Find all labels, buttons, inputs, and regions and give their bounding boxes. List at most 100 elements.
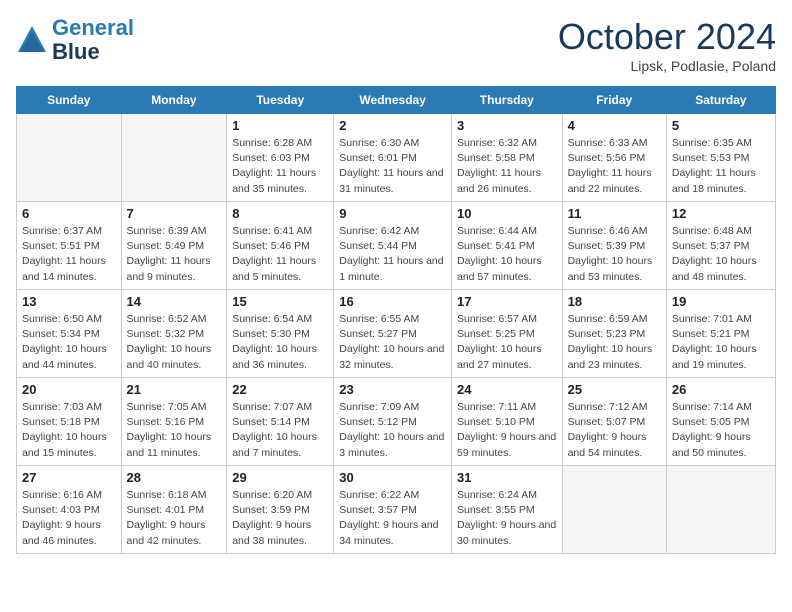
day-number: 22 xyxy=(232,382,328,397)
day-number: 25 xyxy=(568,382,661,397)
calendar-cell: 16 Sunrise: 6:55 AM Sunset: 5:27 PM Dayli… xyxy=(334,290,452,378)
calendar-cell: 21 Sunrise: 7:05 AM Sunset: 5:16 PM Dayli… xyxy=(121,378,227,466)
day-number: 7 xyxy=(127,206,222,221)
day-info: Sunrise: 7:03 AM Sunset: 5:18 PM Dayligh… xyxy=(22,400,116,461)
logo: GeneralBlue xyxy=(16,16,134,64)
day-number: 21 xyxy=(127,382,222,397)
day-info: Sunrise: 6:52 AM Sunset: 5:32 PM Dayligh… xyxy=(127,312,222,373)
day-number: 5 xyxy=(672,118,770,133)
weekday-header: Sunday xyxy=(17,87,122,114)
day-number: 26 xyxy=(672,382,770,397)
calendar-cell: 27Sunrise: 6:16 AM Sunset: 4:03 PM Dayli… xyxy=(17,466,122,554)
day-number: 27 xyxy=(22,470,116,485)
calendar-cell: 18Sunrise: 6:59 AM Sunset: 5:23 PM Dayli… xyxy=(562,290,666,378)
day-info: Sunrise: 7:14 AM Sunset: 5:05 PM Dayligh… xyxy=(672,400,770,461)
day-info: Sunrise: 6:59 AM Sunset: 5:23 PM Dayligh… xyxy=(568,312,661,373)
day-number: 12 xyxy=(672,206,770,221)
calendar-cell: 9 Sunrise: 6:42 AM Sunset: 5:44 PM Daylig… xyxy=(334,202,452,290)
day-number: 14 xyxy=(127,294,222,309)
day-number: 9 xyxy=(339,206,446,221)
day-info: Sunrise: 7:12 AM Sunset: 5:07 PM Dayligh… xyxy=(568,400,661,461)
calendar-cell: 12 Sunrise: 6:48 AM Sunset: 5:37 PM Dayli… xyxy=(666,202,775,290)
day-info: Sunrise: 6:33 AM Sunset: 5:56 PM Dayligh… xyxy=(568,136,661,197)
day-info: Sunrise: 6:48 AM Sunset: 5:37 PM Dayligh… xyxy=(672,224,770,285)
day-info: Sunrise: 6:41 AM Sunset: 5:46 PM Dayligh… xyxy=(232,224,328,285)
weekday-header: Friday xyxy=(562,87,666,114)
weekday-header: Monday xyxy=(121,87,227,114)
day-info: Sunrise: 6:55 AM Sunset: 5:27 PM Dayligh… xyxy=(339,312,446,373)
day-number: 23 xyxy=(339,382,446,397)
day-number: 30 xyxy=(339,470,446,485)
day-number: 16 xyxy=(339,294,446,309)
day-number: 29 xyxy=(232,470,328,485)
calendar-cell: 22 Sunrise: 7:07 AM Sunset: 5:14 PM Dayli… xyxy=(227,378,334,466)
calendar-cell: 15 Sunrise: 6:54 AM Sunset: 5:30 PM Dayli… xyxy=(227,290,334,378)
calendar-week-row: 1 Sunrise: 6:28 AM Sunset: 6:03 PM Daylig… xyxy=(17,114,776,202)
calendar-cell: 29 Sunrise: 6:20 AM Sunset: 3:59 PM Dayli… xyxy=(227,466,334,554)
day-number: 17 xyxy=(457,294,557,309)
day-number: 20 xyxy=(22,382,116,397)
calendar-cell: 2Sunrise: 6:30 AM Sunset: 6:01 PM Daylig… xyxy=(334,114,452,202)
weekday-header: Tuesday xyxy=(227,87,334,114)
day-number: 1 xyxy=(232,118,328,133)
day-number: 24 xyxy=(457,382,557,397)
calendar-cell: 30 Sunrise: 6:22 AM Sunset: 3:57 PM Dayli… xyxy=(334,466,452,554)
month-title: October 2024 xyxy=(558,16,776,58)
day-info: Sunrise: 6:18 AM Sunset: 4:01 PM Dayligh… xyxy=(127,488,222,549)
day-number: 15 xyxy=(232,294,328,309)
day-info: Sunrise: 6:24 AM Sunset: 3:55 PM Dayligh… xyxy=(457,488,557,549)
day-info: Sunrise: 6:54 AM Sunset: 5:30 PM Dayligh… xyxy=(232,312,328,373)
day-info: Sunrise: 6:20 AM Sunset: 3:59 PM Dayligh… xyxy=(232,488,328,549)
calendar-table: SundayMondayTuesdayWednesdayThursdayFrid… xyxy=(16,86,776,554)
day-number: 13 xyxy=(22,294,116,309)
day-info: Sunrise: 7:05 AM Sunset: 5:16 PM Dayligh… xyxy=(127,400,222,461)
day-number: 3 xyxy=(457,118,557,133)
calendar-cell: 5Sunrise: 6:35 AM Sunset: 5:53 PM Daylig… xyxy=(666,114,775,202)
day-number: 8 xyxy=(232,206,328,221)
day-info: Sunrise: 7:11 AM Sunset: 5:10 PM Dayligh… xyxy=(457,400,557,461)
calendar-cell: 20 Sunrise: 7:03 AM Sunset: 5:18 PM Dayli… xyxy=(17,378,122,466)
day-info: Sunrise: 6:44 AM Sunset: 5:41 PM Dayligh… xyxy=(457,224,557,285)
calendar-cell: 28 Sunrise: 6:18 AM Sunset: 4:01 PM Dayli… xyxy=(121,466,227,554)
page-header: GeneralBlue October 2024 Lipsk, Podlasie… xyxy=(16,16,776,74)
day-number: 19 xyxy=(672,294,770,309)
day-number: 28 xyxy=(127,470,222,485)
logo-icon xyxy=(16,24,48,56)
logo-text: GeneralBlue xyxy=(52,16,134,64)
day-info: Sunrise: 6:42 AM Sunset: 5:44 PM Dayligh… xyxy=(339,224,446,285)
day-info: Sunrise: 7:01 AM Sunset: 5:21 PM Dayligh… xyxy=(672,312,770,373)
calendar-cell xyxy=(121,114,227,202)
calendar-cell: 25 Sunrise: 7:12 AM Sunset: 5:07 PM Dayli… xyxy=(562,378,666,466)
day-info: Sunrise: 6:39 AM Sunset: 5:49 PM Dayligh… xyxy=(127,224,222,285)
calendar-week-row: 27Sunrise: 6:16 AM Sunset: 4:03 PM Dayli… xyxy=(17,466,776,554)
calendar-cell: 4 Sunrise: 6:33 AM Sunset: 5:56 PM Daylig… xyxy=(562,114,666,202)
location-subtitle: Lipsk, Podlasie, Poland xyxy=(558,58,776,74)
day-number: 11 xyxy=(568,206,661,221)
calendar-cell: 24 Sunrise: 7:11 AM Sunset: 5:10 PM Dayli… xyxy=(451,378,562,466)
weekday-header: Wednesday xyxy=(334,87,452,114)
calendar-week-row: 13Sunrise: 6:50 AM Sunset: 5:34 PM Dayli… xyxy=(17,290,776,378)
calendar-cell xyxy=(666,466,775,554)
calendar-cell: 7 Sunrise: 6:39 AM Sunset: 5:49 PM Daylig… xyxy=(121,202,227,290)
calendar-cell: 17 Sunrise: 6:57 AM Sunset: 5:25 PM Dayli… xyxy=(451,290,562,378)
day-info: Sunrise: 6:57 AM Sunset: 5:25 PM Dayligh… xyxy=(457,312,557,373)
weekday-header-row: SundayMondayTuesdayWednesdayThursdayFrid… xyxy=(17,87,776,114)
day-info: Sunrise: 6:28 AM Sunset: 6:03 PM Dayligh… xyxy=(232,136,328,197)
day-info: Sunrise: 7:07 AM Sunset: 5:14 PM Dayligh… xyxy=(232,400,328,461)
calendar-cell: 6Sunrise: 6:37 AM Sunset: 5:51 PM Daylig… xyxy=(17,202,122,290)
day-number: 6 xyxy=(22,206,116,221)
calendar-cell: 26 Sunrise: 7:14 AM Sunset: 5:05 PM Dayli… xyxy=(666,378,775,466)
day-info: Sunrise: 6:30 AM Sunset: 6:01 PM Dayligh… xyxy=(339,136,446,197)
day-number: 31 xyxy=(457,470,557,485)
day-info: Sunrise: 7:09 AM Sunset: 5:12 PM Dayligh… xyxy=(339,400,446,461)
calendar-week-row: 20 Sunrise: 7:03 AM Sunset: 5:18 PM Dayli… xyxy=(17,378,776,466)
calendar-cell: 13Sunrise: 6:50 AM Sunset: 5:34 PM Dayli… xyxy=(17,290,122,378)
day-number: 4 xyxy=(568,118,661,133)
calendar-cell: 10 Sunrise: 6:44 AM Sunset: 5:41 PM Dayli… xyxy=(451,202,562,290)
calendar-cell: 23 Sunrise: 7:09 AM Sunset: 5:12 PM Dayli… xyxy=(334,378,452,466)
day-number: 10 xyxy=(457,206,557,221)
calendar-cell: 8 Sunrise: 6:41 AM Sunset: 5:46 PM Daylig… xyxy=(227,202,334,290)
calendar-cell: 14 Sunrise: 6:52 AM Sunset: 5:32 PM Dayli… xyxy=(121,290,227,378)
day-info: Sunrise: 6:22 AM Sunset: 3:57 PM Dayligh… xyxy=(339,488,446,549)
calendar-week-row: 6Sunrise: 6:37 AM Sunset: 5:51 PM Daylig… xyxy=(17,202,776,290)
